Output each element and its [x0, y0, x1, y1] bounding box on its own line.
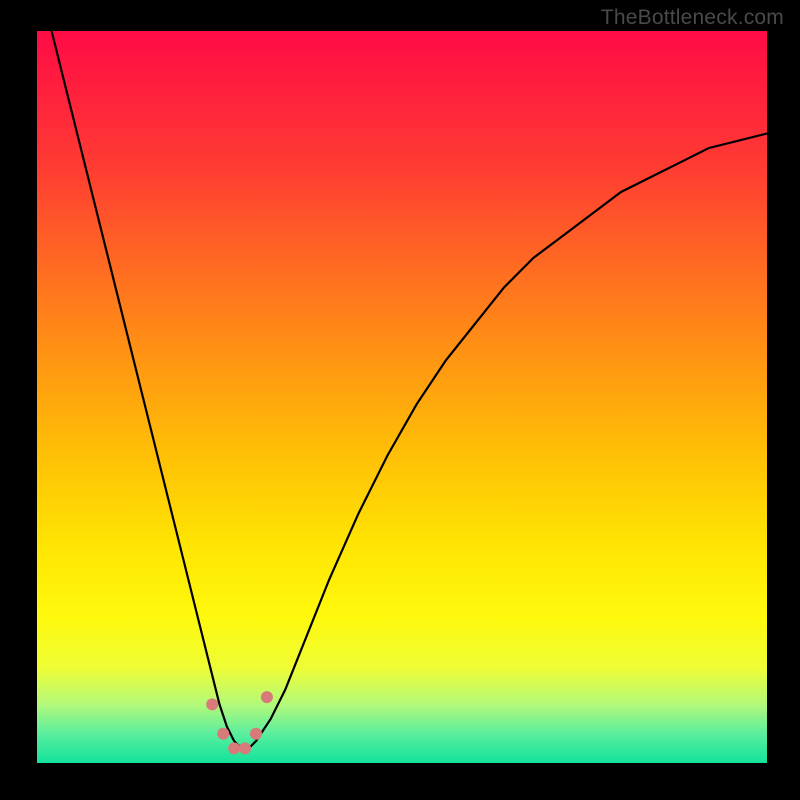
highlight-dot: [206, 698, 218, 710]
plot-area: [37, 31, 767, 763]
watermark-text: TheBottleneck.com: [601, 6, 784, 30]
bottleneck-curve: [37, 31, 767, 763]
highlight-dot: [261, 691, 273, 703]
highlight-dot: [250, 728, 262, 740]
highlight-dots: [206, 691, 273, 754]
curve-path: [52, 31, 767, 748]
highlight-dot: [228, 742, 240, 754]
chart-frame: TheBottleneck.com: [0, 0, 800, 800]
highlight-dot: [217, 728, 229, 740]
highlight-dot: [239, 742, 251, 754]
